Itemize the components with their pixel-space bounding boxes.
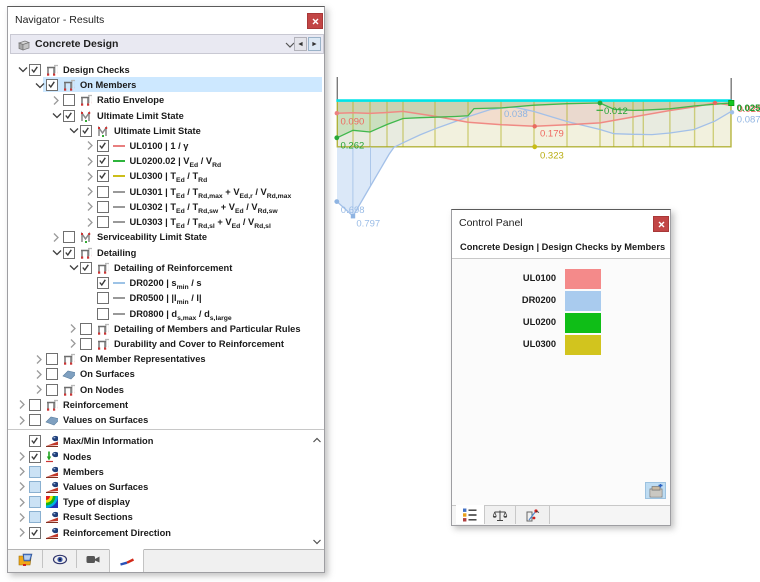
svg-text:0.012: 0.012 (604, 106, 628, 117)
svg-text:0.179: 0.179 (540, 129, 564, 140)
svg-text:0.797: 0.797 (356, 219, 380, 230)
svg-text:0.090: 0.090 (341, 116, 365, 127)
svg-text:0.323: 0.323 (540, 150, 564, 161)
svg-text:0.698: 0.698 (341, 205, 365, 216)
svg-text:0.262: 0.262 (341, 141, 365, 152)
svg-text:0.038: 0.038 (504, 109, 528, 120)
svg-text:0.087: 0.087 (737, 114, 760, 125)
svg-text:0.025: 0.025 (737, 103, 760, 114)
